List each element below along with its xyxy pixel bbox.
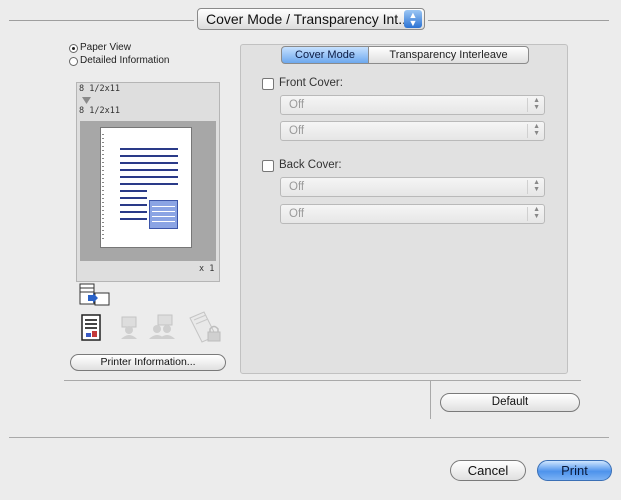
front-cover-label: Front Cover: (279, 77, 343, 89)
back-cover-checkbox[interactable] (262, 160, 274, 172)
panel-bottom-separator (64, 380, 581, 381)
detailed-info-label: Detailed Information (80, 55, 170, 66)
default-vertical-separator (430, 381, 431, 419)
text-line (120, 148, 178, 150)
select-divider (527, 207, 528, 221)
printer-information-label: Printer Information... (100, 356, 196, 368)
cancel-button[interactable]: Cancel (450, 460, 526, 481)
paper-view-radio[interactable] (69, 44, 78, 53)
select-divider (527, 124, 528, 138)
document-settings-icon (81, 314, 101, 341)
front-cover-checkbox[interactable] (262, 78, 274, 90)
text-line (120, 197, 147, 199)
front-cover-select-1[interactable]: Off ▲ ▼ (280, 95, 545, 115)
output-size-label: 8 1/2x11 (79, 106, 120, 116)
front-cover-select-2-value: Off (289, 125, 305, 137)
text-line (120, 204, 147, 206)
top-separator-right (428, 20, 609, 21)
front-cover-select-1-value: Off (289, 99, 305, 111)
footer-separator (9, 437, 609, 438)
tab-cover-mode[interactable]: Cover Mode (281, 46, 369, 64)
text-line (120, 162, 178, 164)
copies-label: x 1 (199, 264, 215, 274)
text-line (120, 218, 147, 220)
page-sequence-icon (79, 283, 110, 306)
text-line (120, 176, 178, 178)
tab-transparency-interleave-label: Transparency Interleave (389, 49, 508, 61)
stepper-arrows-icon: ▲ ▼ (533, 206, 540, 220)
back-cover-label: Back Cover: (279, 159, 342, 171)
secure-print-icon-disabled (189, 311, 221, 343)
original-size-label: 8 1/2x11 (79, 84, 120, 94)
down-arrow-icon (82, 97, 91, 104)
default-button-label: Default (491, 396, 529, 408)
panel-popup-menu[interactable]: Cover Mode / Transparency Int... ▲ ▼ (197, 8, 425, 30)
text-line (120, 190, 147, 192)
printer-information-button[interactable]: Printer Information... (70, 354, 226, 371)
text-line (120, 155, 178, 157)
stepper-arrows-icon: ▲ ▼ (533, 179, 540, 193)
stepper-arrows-icon: ▲ ▼ (533, 123, 540, 137)
paper-preview (100, 127, 192, 248)
select-divider (527, 180, 528, 194)
default-button[interactable]: Default (440, 393, 580, 412)
select-divider (527, 98, 528, 112)
print-button[interactable]: Print (537, 460, 612, 481)
top-separator-left (9, 20, 194, 21)
back-cover-select-2[interactable]: Off ▲ ▼ (280, 204, 545, 224)
text-line (120, 183, 178, 185)
binding-edge (102, 134, 104, 241)
text-line (120, 169, 178, 171)
front-cover-select-2[interactable]: Off ▲ ▼ (280, 121, 545, 141)
print-button-label: Print (561, 463, 588, 478)
user-auth-icon-disabled (121, 316, 137, 339)
cancel-button-label: Cancel (467, 463, 509, 478)
back-cover-select-1[interactable]: Off ▲ ▼ (280, 177, 545, 197)
stepper-arrows-icon: ▲ ▼ (533, 97, 540, 111)
back-cover-select-2-value: Off (289, 208, 305, 220)
panel-popup-label: Cover Mode / Transparency Int... (206, 11, 410, 27)
detailed-info-radio[interactable] (69, 57, 78, 66)
paper-view-label: Paper View (80, 42, 131, 53)
popup-arrows-icon: ▲ ▼ (404, 10, 422, 28)
text-line (120, 211, 147, 213)
account-track-icon-disabled (149, 314, 175, 339)
back-cover-select-1-value: Off (289, 181, 305, 193)
tab-transparency-interleave[interactable]: Transparency Interleave (368, 46, 529, 64)
image-block (149, 200, 178, 229)
tab-cover-mode-label: Cover Mode (295, 49, 355, 61)
